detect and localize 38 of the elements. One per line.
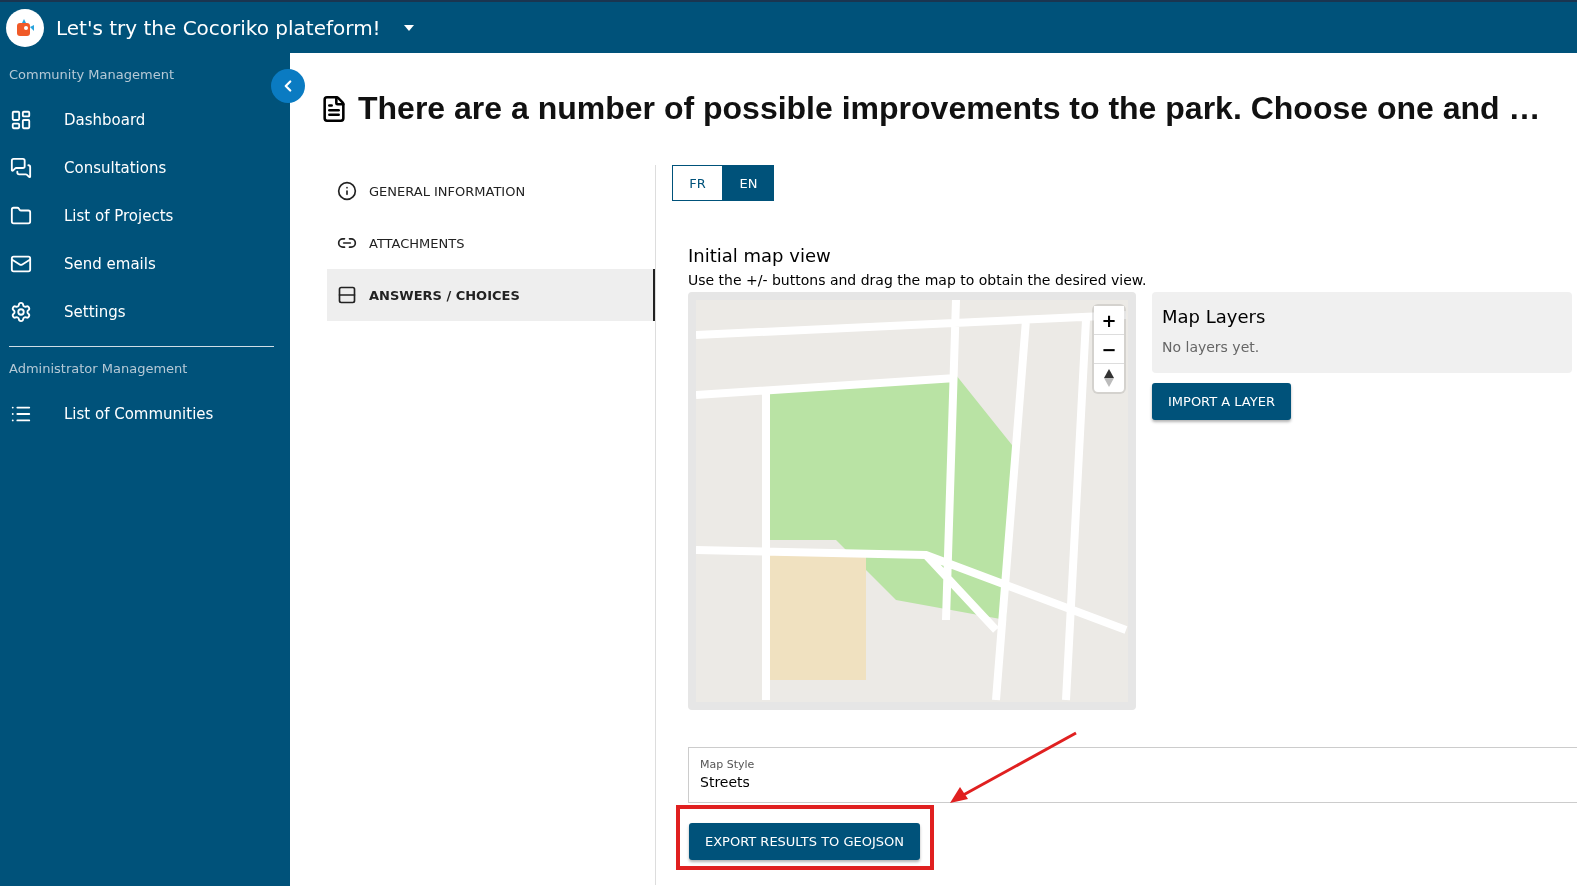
section-title: Initial map view xyxy=(688,245,832,266)
zoom-in-button[interactable]: + xyxy=(1094,306,1124,335)
tab-icon xyxy=(337,181,357,201)
sidebar-item[interactable]: List of Communities xyxy=(0,390,290,438)
map-hint: Use the +/- buttons and drag the map to obtain the desired view. xyxy=(688,272,1148,288)
export-button[interactable]: EXPORT RESULTS TO GEOJSON xyxy=(689,823,920,860)
sidebar-item[interactable]: Consultations xyxy=(0,144,290,192)
menu-item-icon xyxy=(10,253,32,275)
collapse-button[interactable] xyxy=(271,69,305,103)
language-toggle[interactable]: EN xyxy=(723,165,774,201)
section-heading: Administrator Management xyxy=(8,361,189,376)
sidebar-item[interactable]: Dashboard xyxy=(0,96,290,144)
field-label: Map Style xyxy=(700,758,756,771)
field-value: Streets xyxy=(700,774,751,790)
page-title: There are a number of possible improvements to the park. Choose one and … xyxy=(358,90,1541,127)
language-toggle[interactable]: FR xyxy=(672,165,723,201)
sidebar-item[interactable]: List of Projects xyxy=(0,192,290,240)
compass-icon[interactable] xyxy=(1104,369,1114,387)
map-view[interactable]: + − xyxy=(688,292,1136,710)
menu-item-icon xyxy=(10,205,32,227)
caret-icon[interactable] xyxy=(402,23,415,32)
menu-item-icon xyxy=(10,301,32,323)
menu-item-icon xyxy=(10,157,32,179)
section-tab[interactable]: ATTACHMENTS xyxy=(327,217,655,269)
sidebar-item[interactable]: Settings xyxy=(0,288,290,336)
import-layer-button[interactable]: IMPORT A LAYER xyxy=(1152,383,1291,420)
tab-icon xyxy=(337,285,357,305)
section-heading: Community Management xyxy=(8,67,175,82)
section-tab[interactable]: ANSWERS / CHOICES xyxy=(327,269,655,321)
map-style-field[interactable]: Map Style Streets xyxy=(688,747,1577,803)
section-tab[interactable]: GENERAL INFORMATION xyxy=(327,165,655,217)
layers-title: Map Layers xyxy=(1162,306,1267,327)
document-icon xyxy=(320,94,348,123)
sidebar-item[interactable]: Send emails xyxy=(0,240,290,288)
empty-message: No layers yet. xyxy=(1162,339,1261,355)
app-title: Let's try the Cocoriko plateform! xyxy=(56,15,381,40)
logo-icon xyxy=(6,8,44,47)
menu-item-icon xyxy=(10,109,32,131)
